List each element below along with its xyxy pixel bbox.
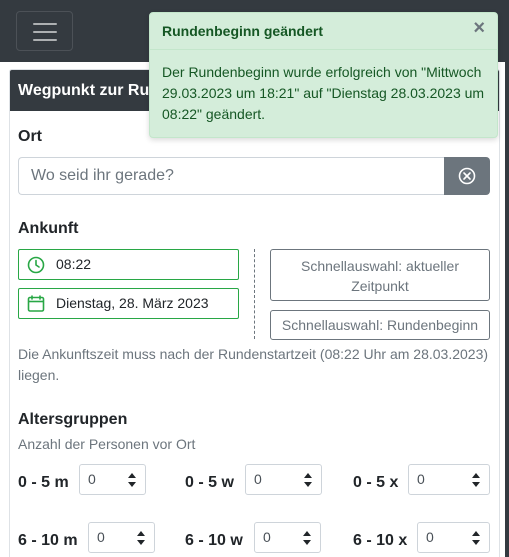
clock-icon xyxy=(27,256,45,274)
age-groups-helper: Anzahl der Personen vor Ort xyxy=(18,436,196,452)
menu-toggle-button[interactable] xyxy=(16,11,73,51)
age-label-6-10-x: 6 - 10 x xyxy=(353,532,408,549)
spinner-icon[interactable] xyxy=(128,473,136,487)
arrival-helper-text: Die Ankunftszeit muss nach der Rundensta… xyxy=(18,346,489,383)
close-icon[interactable]: × xyxy=(473,18,485,38)
age-input-6-10-w[interactable]: 0 xyxy=(254,522,321,553)
clear-location-button[interactable] xyxy=(444,157,490,195)
calendar-icon xyxy=(27,295,45,312)
divider xyxy=(254,249,255,339)
age-value: 0 xyxy=(263,529,271,545)
age-input-6-10-m[interactable]: 0 xyxy=(88,522,155,553)
age-value: 0 xyxy=(97,529,105,545)
spinner-icon[interactable] xyxy=(472,473,480,487)
arrival-time-value: 08:22 xyxy=(56,256,92,272)
quick-select-round-start-button[interactable]: Schnellauswahl: Rundenbeginn xyxy=(270,310,490,340)
age-input-6-10-x[interactable]: 0 xyxy=(417,522,490,553)
spinner-icon[interactable] xyxy=(303,531,311,545)
hamburger-icon-line xyxy=(33,39,57,41)
arrival-date-value: Dienstag, 28. März 2023 xyxy=(56,295,209,311)
hamburger-icon-line xyxy=(33,23,57,25)
success-toast: Rundenbeginn geändert × Der Rundenbeginn… xyxy=(149,12,498,138)
spinner-icon[interactable] xyxy=(472,531,480,545)
age-value: 0 xyxy=(417,471,425,487)
toast-header: Rundenbeginn geändert × xyxy=(150,13,497,50)
age-value: 0 xyxy=(254,471,262,487)
toast-message: Der Rundenbeginn wurde erfolgreich von "… xyxy=(162,64,485,122)
spinner-icon[interactable] xyxy=(304,473,312,487)
arrival-date-field[interactable]: Dienstag, 28. März 2023 xyxy=(18,288,239,319)
location-label: Ort xyxy=(18,128,42,145)
navbar-edge xyxy=(505,62,509,557)
age-label-0-5-m: 0 - 5 m xyxy=(18,474,69,491)
age-input-0-5-x[interactable]: 0 xyxy=(408,464,490,495)
quick-select-now-button[interactable]: Schnellauswahl: aktueller Zeitpunkt xyxy=(270,249,490,301)
age-label-0-5-x: 0 - 5 x xyxy=(353,474,399,491)
location-input[interactable]: Wo seid ihr gerade? xyxy=(18,157,445,195)
arrival-time-field[interactable]: 08:22 xyxy=(18,249,239,280)
toast-title: Rundenbeginn geändert xyxy=(162,23,323,39)
age-label-0-5-w: 0 - 5 w xyxy=(185,474,234,491)
arrival-label: Ankunft xyxy=(18,220,79,237)
age-input-0-5-m[interactable]: 0 xyxy=(79,464,146,495)
clear-circle-x-icon xyxy=(458,167,476,185)
age-value: 0 xyxy=(426,529,434,545)
age-value: 0 xyxy=(88,471,96,487)
age-groups-label: Altersgruppen xyxy=(18,411,128,428)
age-label-6-10-w: 6 - 10 w xyxy=(185,532,243,549)
age-input-0-5-w[interactable]: 0 xyxy=(245,464,322,495)
age-label-6-10-m: 6 - 10 m xyxy=(18,532,78,549)
spinner-icon[interactable] xyxy=(137,531,145,545)
hamburger-icon-line xyxy=(33,31,57,33)
